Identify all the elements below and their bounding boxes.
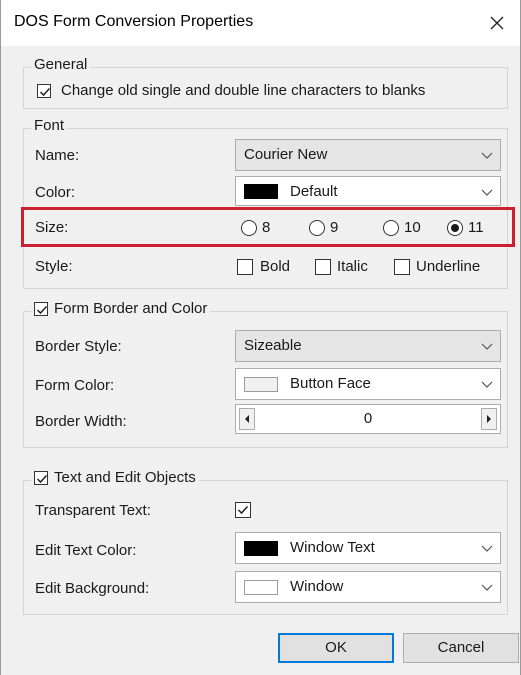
title-bar: DOS Form Conversion Properties (1, 0, 520, 46)
form-color-label: Form Color: (35, 377, 115, 394)
form-color-value: Button Face (290, 375, 371, 392)
transparent-text-checkbox[interactable] (235, 502, 251, 518)
form-border-title: Form Border and Color (54, 300, 208, 317)
chevron-down-icon (481, 584, 493, 591)
chevron-down-icon (481, 189, 493, 196)
form-border-checkbox[interactable] (34, 301, 48, 316)
edit-background-dropdown[interactable]: Window (235, 571, 501, 603)
checkmark-icon (237, 505, 249, 515)
edit-text-color-value: Window Text (290, 539, 375, 556)
border-style-value: Sizeable (244, 337, 302, 354)
chevron-down-icon (481, 381, 493, 388)
bold-label: Bold (260, 258, 291, 275)
form-color-swatch (244, 377, 278, 392)
border-width-value: 0 (363, 410, 373, 427)
border-style-dropdown[interactable]: Sizeable (235, 330, 501, 362)
form-border-legend: Form Border and Color (31, 300, 211, 317)
edit-text-color-dropdown[interactable]: Window Text (235, 532, 501, 564)
font-style-label: Style: (35, 258, 73, 275)
cancel-button[interactable]: Cancel (403, 633, 519, 663)
font-name-value: Courier New (244, 146, 328, 163)
form-color-dropdown[interactable]: Button Face (235, 368, 501, 400)
edit-background-label: Edit Background: (35, 580, 150, 597)
text-objects-checkbox[interactable] (34, 470, 48, 485)
font-color-label: Color: (35, 184, 76, 201)
bold-checkbox[interactable] (237, 259, 253, 275)
italic-label: Italic (337, 258, 368, 275)
chevron-down-icon (481, 343, 493, 350)
text-objects-legend: Text and Edit Objects (31, 469, 199, 486)
edit-text-color-swatch (244, 541, 278, 556)
edit-text-color-label: Edit Text Color: (35, 542, 137, 559)
general-legend: General (31, 56, 91, 73)
checkmark-icon (39, 87, 51, 97)
dialog-window: DOS Form Conversion Properties General C… (0, 0, 521, 675)
increment-button[interactable] (481, 408, 497, 430)
edit-background-swatch (244, 580, 278, 595)
font-color-value: Default (290, 183, 338, 200)
edit-background-value: Window (290, 578, 344, 595)
border-style-label: Border Style: (35, 338, 122, 355)
change-lines-checkbox[interactable] (37, 84, 51, 98)
ok-button[interactable]: OK (278, 633, 394, 663)
italic-checkbox[interactable] (315, 259, 331, 275)
arrow-right-icon (487, 415, 491, 423)
window-title: DOS Form Conversion Properties (14, 13, 254, 30)
font-name-dropdown[interactable]: Courier New (235, 139, 501, 171)
chevron-down-icon (481, 545, 493, 552)
checkmark-icon (36, 305, 48, 314)
transparent-text-label: Transparent Text: (35, 502, 151, 519)
font-name-label: Name: (35, 147, 80, 164)
size-row-highlight (21, 207, 515, 247)
border-width-label: Border Width: (35, 413, 127, 430)
underline-label: Underline (416, 258, 481, 275)
font-color-swatch (244, 184, 278, 199)
close-icon (490, 16, 504, 30)
border-width-spinner[interactable]: 0 (235, 404, 501, 434)
font-legend: Font (31, 117, 68, 134)
checkmark-icon (36, 474, 48, 483)
font-color-dropdown[interactable]: Default (235, 176, 501, 206)
change-lines-label: Change old single and double line charac… (61, 82, 426, 99)
chevron-down-icon (481, 152, 493, 159)
close-button[interactable] (482, 8, 512, 38)
text-objects-title: Text and Edit Objects (54, 469, 196, 486)
underline-checkbox[interactable] (394, 259, 410, 275)
